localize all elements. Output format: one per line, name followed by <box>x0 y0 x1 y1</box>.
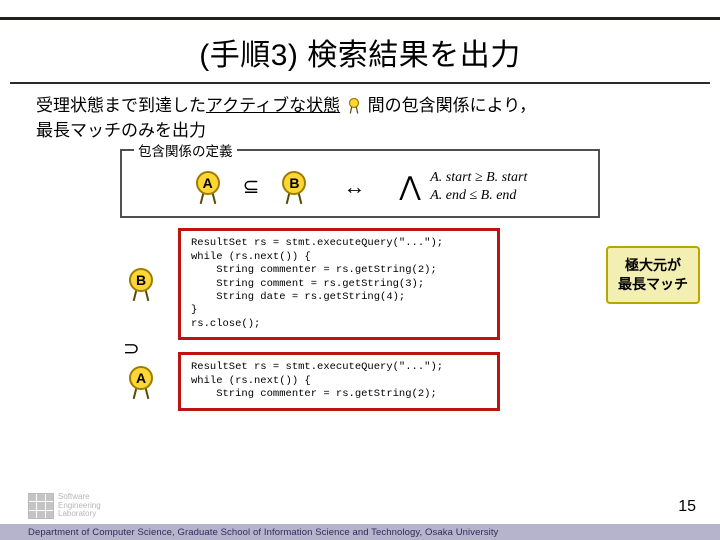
lead-text-1: 受理状態まで到達した <box>36 96 206 115</box>
lead-underlined: アクティブな状態 <box>206 96 340 115</box>
lead-paragraph: 受理状態まで到達したアクティブな状態 間の包含関係により， 最長マッチのみを出力 <box>36 94 684 143</box>
slide-title: (手順3) 検索結果を出力 <box>0 30 720 74</box>
pin-circle-a2: A <box>129 366 153 390</box>
definition-row: A ⊆ B ↔ ⋀ A. start ≥ B. start A. end ≤ B… <box>134 169 586 204</box>
page-number: 15 <box>678 498 696 516</box>
code-box-a: ResultSet rs = stmt.executeQuery("...");… <box>178 352 500 410</box>
top-stripe <box>0 0 720 20</box>
block-row-a: A ResultSet rs = stmt.executeQuery("..."… <box>126 352 674 410</box>
logo-text-3: Laboratory <box>58 510 101 518</box>
pin-label-a2: A <box>126 366 156 398</box>
slide-footer: Software Engineering Laboratory 15 Depar… <box>0 494 720 540</box>
lead-text-3: 最長マッチのみを出力 <box>36 121 206 140</box>
lead-text-2: 間の包含関係により， <box>368 96 536 115</box>
iff-symbol: ↔ <box>343 174 365 200</box>
pin-label-b2: B <box>126 268 156 300</box>
equation-2: A. end ≤ B. end <box>430 187 527 205</box>
pin-label-b: B <box>279 171 309 203</box>
map-pin-icon <box>345 97 363 115</box>
logo-text: Software Engineering Laboratory <box>58 493 101 518</box>
pin-circle-a: A <box>196 171 220 195</box>
callout-box: 極大元が 最長マッチ <box>606 246 700 304</box>
equation-1: A. start ≥ B. start <box>430 169 527 187</box>
definition-legend: 包含関係の定義 <box>134 140 237 160</box>
block-row-b: B ResultSet rs = stmt.executeQuery("..."… <box>126 228 674 340</box>
callout-line-2: 最長マッチ <box>618 275 688 294</box>
definition-box: 包含関係の定義 A ⊆ B ↔ ⋀ A. start ≥ B. start A.… <box>120 149 600 218</box>
superset-symbol: ⊃ <box>123 336 140 361</box>
logo-mark-icon <box>28 493 54 519</box>
lab-logo: Software Engineering Laboratory <box>28 490 114 522</box>
callout-line-1: 極大元が <box>618 256 688 275</box>
pin-circle-b2: B <box>129 268 153 292</box>
pin-circle-b: B <box>282 171 306 195</box>
code-blocks-area: ⊃ B ResultSet rs = stmt.executeQuery("..… <box>126 228 674 410</box>
code-box-b: ResultSet rs = stmt.executeQuery("...");… <box>178 228 500 340</box>
pin-label-a: A <box>193 171 223 203</box>
subset-symbol: ⊆ <box>243 174 260 199</box>
big-and-symbol: ⋀ <box>399 171 420 204</box>
title-underline <box>10 82 710 84</box>
equations: ⋀ A. start ≥ B. start A. end ≤ B. end <box>399 169 527 204</box>
affiliation-bar: Department of Computer Science, Graduate… <box>0 524 720 540</box>
